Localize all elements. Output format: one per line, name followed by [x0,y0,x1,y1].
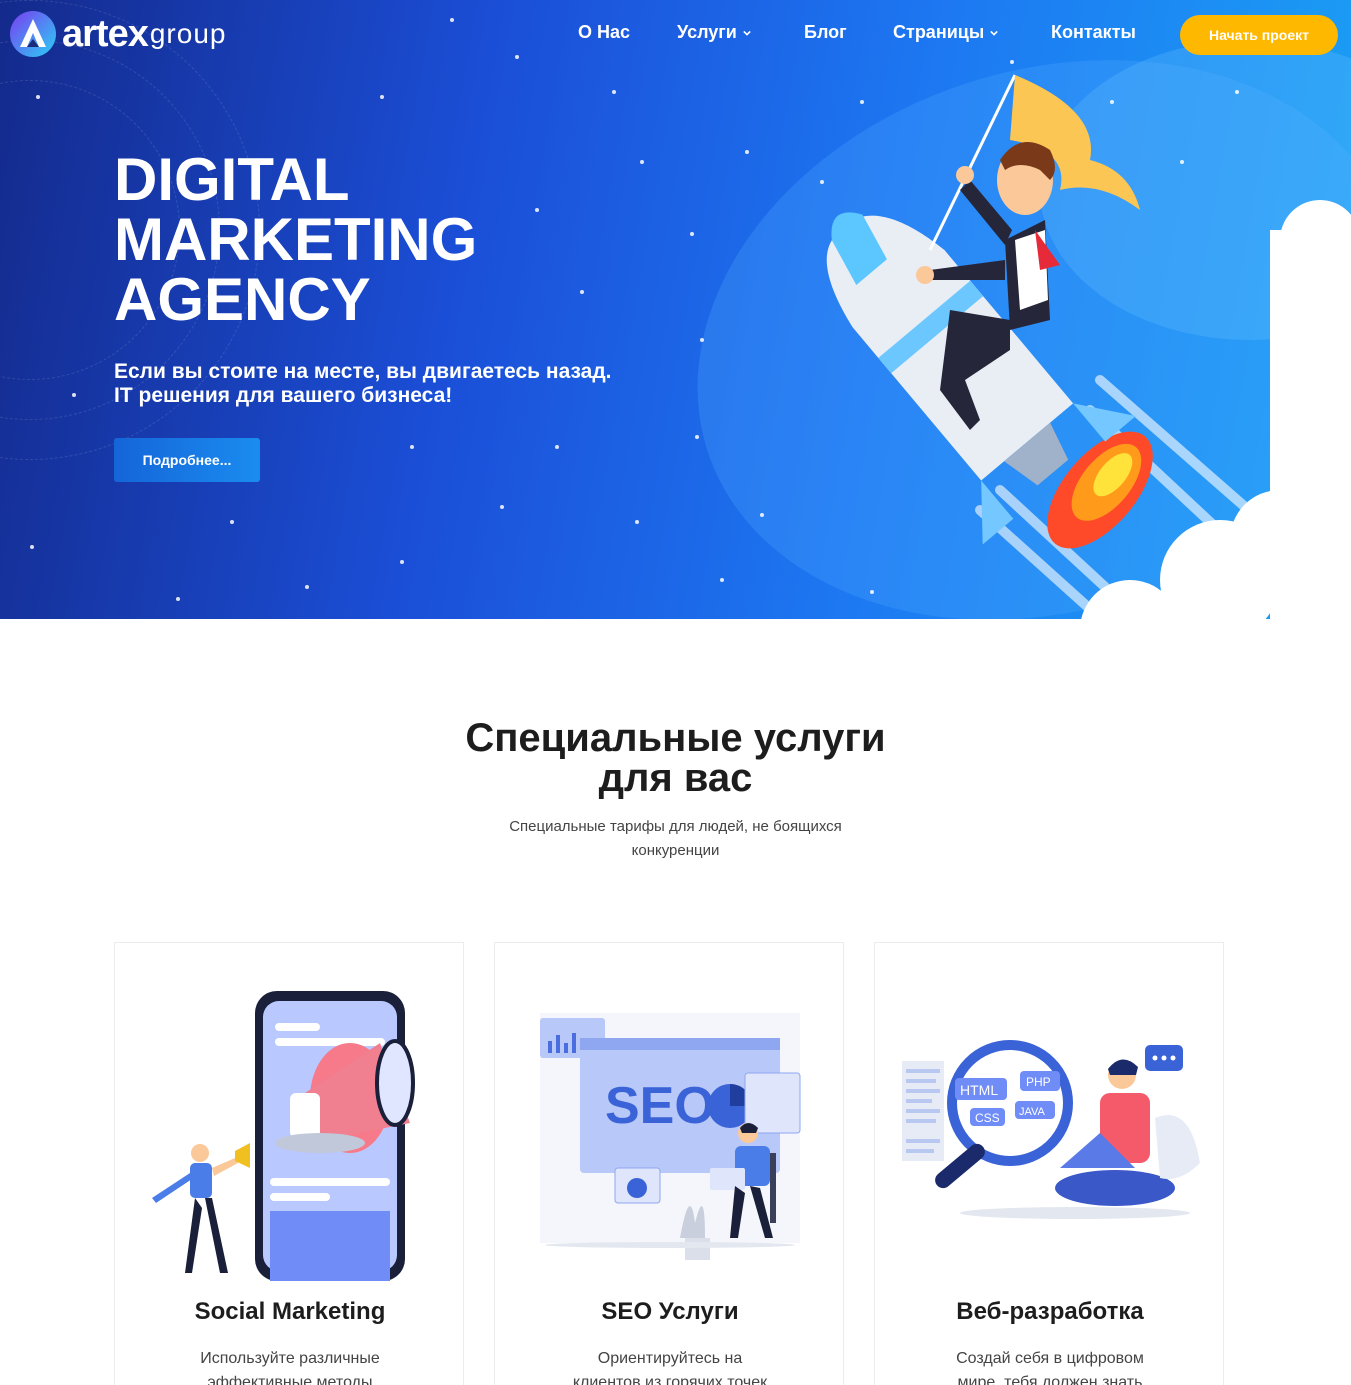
rocket-businessman-illustration [826,74,1351,619]
nav-item-label: Контакты [1051,22,1136,42]
svg-text:PHP: PHP [1026,1075,1051,1089]
service-card-text-line: эффективные методы [207,1374,373,1385]
service-card-seo[interactable]: SEO SEO Услуги Ориентируйтесь на клиенто… [494,942,844,1385]
hero-section: artex group О Нас Услуги Блог Страницы К… [0,0,1351,619]
top-navbar: artex group О Нас Услуги Блог Страницы К… [0,0,1351,70]
megaphone-phone-illustration [152,991,415,1281]
hero-subtitle: Если вы стоите на месте, вы двигаетесь н… [114,360,734,408]
service-card-text: Ориентируйтесь на клиентов из горячих то… [535,1347,805,1385]
services-title-line: для вас [598,756,753,800]
services-title-line: Специальные услуги [465,716,886,760]
nav-item-about[interactable]: О Нас [578,22,630,43]
start-project-button[interactable]: Начать проект [1180,15,1338,55]
nav-item-pages[interactable]: Страницы [893,22,998,43]
service-card-title: Веб-разработка [956,1298,1144,1325]
brand-logo[interactable]: artex group [8,8,226,60]
services-subtitle: Специальные тарифы для людей, не боящихс… [0,815,1351,863]
nav-item-label: О Нас [578,22,631,42]
service-card-text: Используйте различные эффективные методы [155,1347,425,1385]
service-card-social-marketing[interactable]: Social Marketing Используйте различные э… [114,942,464,1385]
hero-title: DIGITAL MARKETING AGENCY [114,150,634,330]
seo-laptop-illustration: SEO [540,1013,801,1260]
service-card-text: Создай себя в цифровом мире, тебя должен… [915,1347,1185,1385]
service-card-web-dev[interactable]: HTML PHP CSS JAVA Веб-разработка Создай … [874,942,1224,1385]
svg-text:SEO: SEO [605,1077,715,1135]
service-card-text-line: Используйте различные [200,1350,380,1367]
chevron-down-icon [990,30,998,36]
service-card-title: SEO Услуги [601,1298,739,1325]
svg-text:CSS: CSS [975,1111,1000,1125]
brand-name-main: artex [62,12,149,55]
learn-more-button[interactable]: Подробнее... [114,438,260,482]
service-card-title: Social Marketing [194,1298,386,1325]
nav-item-label: Страницы [893,22,985,42]
hero-subtitle-line: IT решения для вашего бизнеса! [114,384,453,407]
hero-title-line: DIGITAL [114,146,350,213]
nav-item-contacts[interactable]: Контакты [1051,22,1136,43]
nav-item-label: Услуги [677,22,737,42]
nav-item-label: Блог [804,22,847,42]
service-card-text-line: Создай себя в цифровом [956,1350,1144,1367]
brand-name-sub: group [149,18,227,49]
hero-title-line: MARKETING [114,206,478,273]
service-card-text-line: мире, тебя должен знать [957,1374,1143,1385]
svg-text:HTML: HTML [960,1082,998,1098]
logo-mark-icon [10,11,56,57]
web-dev-magnifier-illustration: HTML PHP CSS JAVA [902,1040,1200,1219]
hero-subtitle-line: Если вы стоите на месте, вы двигаетесь н… [114,360,612,383]
svg-text:JAVA: JAVA [1019,1106,1046,1118]
services-title: Специальные услуги для вас [0,718,1351,798]
chevron-down-icon [743,30,751,36]
service-card-text-line: клиентов из горячих точек [572,1374,768,1385]
hero-title-line: AGENCY [114,266,371,333]
service-card-text-line: Ориентируйтесь на [597,1350,743,1367]
services-subtitle-line: Специальные тарифы для людей, не боящихс… [509,818,842,835]
nav-item-services[interactable]: Услуги [677,22,751,43]
nav-item-blog[interactable]: Блог [804,22,847,43]
services-subtitle-line: конкуренции [631,842,720,859]
